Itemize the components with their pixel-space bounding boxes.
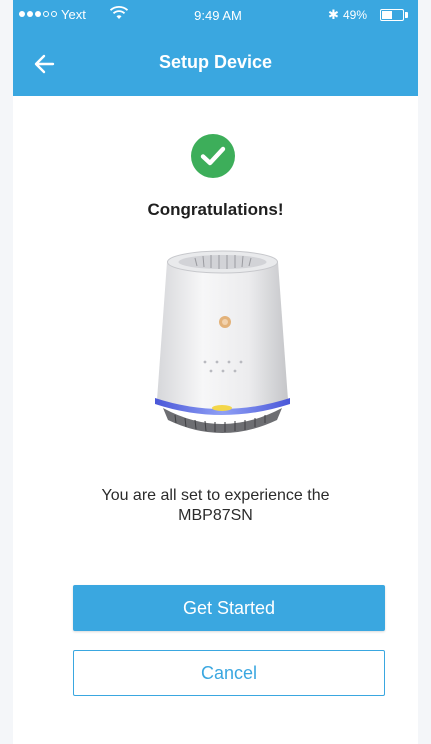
battery-percent: 49% — [343, 8, 368, 22]
device-image — [155, 250, 290, 433]
bluetooth-icon: ✱ — [328, 7, 339, 22]
cancel-button[interactable]: Cancel — [73, 650, 385, 696]
signal-dot — [43, 11, 49, 17]
battery-tip — [405, 12, 408, 18]
success-message-line1: You are all set to experience the — [101, 487, 330, 504]
status-bar: Yext 9:49 AM ✱ 49% — [13, 0, 418, 32]
battery-level — [382, 11, 392, 19]
right-gutter — [418, 0, 431, 744]
signal-dot — [51, 11, 57, 17]
page-title: Setup Device — [158, 52, 273, 72]
signal-dot — [19, 11, 25, 17]
get-started-button[interactable]: Get Started — [73, 585, 385, 631]
check-circle-icon — [191, 134, 235, 178]
signal-strength — [19, 11, 57, 17]
success-message-line2: MBP87SN — [178, 507, 253, 524]
wifi-icon — [109, 6, 129, 19]
carrier-name: Yext — [61, 7, 86, 22]
signal-dot — [27, 11, 33, 17]
left-gutter — [0, 0, 13, 744]
battery-icon — [380, 9, 404, 21]
signal-dot — [35, 11, 41, 17]
status-time: 9:49 AM — [194, 8, 242, 23]
nav-bar: Setup Device — [13, 32, 418, 96]
success-heading: Congratulations! — [147, 200, 284, 219]
arrow-left-icon[interactable] — [31, 50, 59, 78]
success-message: You are all set to experience the MBP87S… — [13, 486, 418, 526]
